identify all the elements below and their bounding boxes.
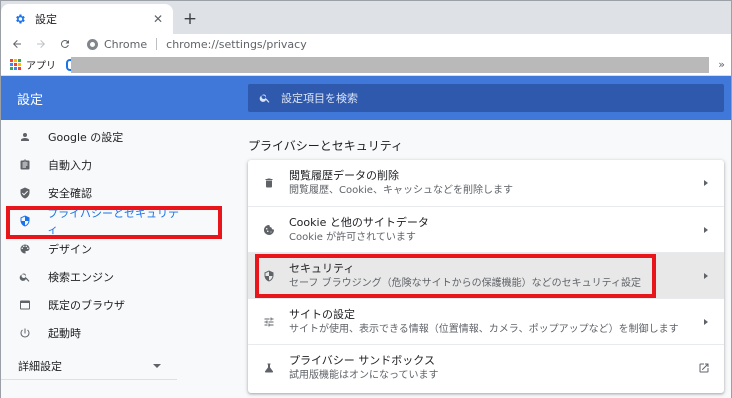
site-chip-label: Chrome bbox=[104, 37, 148, 51]
tab-settings[interactable]: 設定 ✕ bbox=[1, 4, 173, 34]
tab-strip: 設定 ✕ + bbox=[1, 1, 731, 34]
sidebar-item-label: 既定のブラウザ bbox=[48, 299, 125, 312]
url-text[interactable]: chrome://settings/privacy bbox=[166, 38, 307, 51]
sidebar-item-label: 検索エンジン bbox=[48, 271, 114, 284]
trash-icon bbox=[262, 176, 276, 190]
highlight-security-annotation bbox=[255, 254, 656, 298]
site-info-chip[interactable]: Chrome bbox=[87, 38, 147, 51]
row-subtitle: 試用版機能はオンになっています bbox=[289, 369, 439, 381]
address-bar[interactable]: Chrome chrome://settings/privacy bbox=[87, 34, 307, 54]
page-title: 設定 bbox=[17, 92, 44, 108]
row-subtitle: 閲覧履歴、Cookie、キャッシュなどを削除します bbox=[289, 185, 513, 196]
sidebar-item-label: 自動入力 bbox=[48, 159, 92, 172]
palette-icon bbox=[18, 242, 32, 256]
settings-gear-icon bbox=[13, 12, 27, 26]
flask-icon bbox=[262, 361, 276, 375]
apps-grid-icon[interactable] bbox=[10, 59, 21, 70]
toolbar: Chrome chrome://settings/privacy bbox=[1, 34, 731, 54]
apps-bookmark[interactable]: アプリ bbox=[26, 57, 56, 72]
search-icon bbox=[18, 270, 32, 284]
more-bookmarks-button[interactable]: » bbox=[718, 58, 725, 71]
external-link-icon[interactable] bbox=[698, 362, 710, 374]
close-tab-icon[interactable]: ✕ bbox=[149, 10, 167, 28]
chevron-right-icon bbox=[704, 272, 708, 279]
chrome-logo-icon bbox=[87, 38, 98, 50]
person-icon bbox=[18, 130, 32, 144]
sidebar-item-label: Google の設定 bbox=[48, 131, 124, 144]
sidebar-item-google[interactable]: Google の設定 bbox=[1, 123, 181, 151]
omnibox-divider bbox=[156, 38, 158, 50]
row-title: Cookie と他のサイトデータ bbox=[289, 215, 429, 229]
sidebar-item-default-browser[interactable]: 既定のブラウザ bbox=[1, 291, 181, 319]
clipboard-icon bbox=[18, 158, 32, 172]
reload-icon[interactable] bbox=[55, 34, 75, 54]
row-privacy-sandbox[interactable]: プライバシー サンドボックス 試用版機能はオンになっています bbox=[248, 344, 724, 390]
sidebar-item-on-startup[interactable]: 起動時 bbox=[1, 319, 181, 347]
row-cookies[interactable]: Cookie と他のサイトデータ Cookie が許可されています bbox=[248, 206, 724, 252]
sidebar-item-appearance[interactable]: デザイン bbox=[1, 235, 181, 263]
redacted-bookmarks bbox=[71, 57, 709, 73]
browser-icon bbox=[18, 298, 32, 312]
sidebar-item-label: 起動時 bbox=[48, 327, 81, 340]
bookmarks-bar: アプリ » bbox=[1, 54, 731, 76]
new-tab-button[interactable]: + bbox=[180, 9, 200, 29]
row-subtitle: Cookie が許可されています bbox=[289, 231, 416, 243]
power-icon bbox=[18, 326, 32, 340]
row-title: 閲覧履歴データの削除 bbox=[289, 169, 399, 182]
row-title: サイトの設定 bbox=[289, 307, 355, 321]
search-input[interactable] bbox=[281, 91, 724, 105]
section-title: プライバシーとセキュリティ bbox=[248, 139, 404, 153]
row-clear-browsing-data[interactable]: 閲覧履歴データの削除 閲覧履歴、Cookie、キャッシュなどを削除します bbox=[248, 160, 724, 206]
sidebar-item-label: 安全確認 bbox=[48, 187, 92, 200]
shield-check-icon bbox=[18, 186, 32, 200]
settings-content: Google の設定 自動入力 安全確認 プライバシーとセキュリティ デザイン bbox=[1, 120, 731, 398]
chevron-right-icon bbox=[704, 180, 708, 186]
search-icon bbox=[258, 91, 272, 105]
sidebar: Google の設定 自動入力 安全確認 プライバシーとセキュリティ デザイン bbox=[1, 120, 222, 398]
settings-search[interactable] bbox=[248, 84, 724, 112]
sidebar-item-safety-check[interactable]: 安全確認 bbox=[1, 179, 181, 207]
chevron-right-icon bbox=[704, 226, 708, 233]
sidebar-item-autofill[interactable]: 自動入力 bbox=[1, 151, 181, 179]
advanced-settings-toggle[interactable]: 詳細設定 bbox=[1, 352, 177, 380]
row-title: プライバシー サンドボックス bbox=[289, 353, 435, 367]
row-subtitle: サイトが使用、表示できる情報（位置情報、カメラ、ポップアップなど）を制御します bbox=[289, 323, 679, 335]
settings-header: 設定 bbox=[1, 76, 731, 120]
sidebar-item-label: デザイン bbox=[48, 243, 92, 256]
back-arrow-icon[interactable] bbox=[7, 34, 27, 54]
advanced-label: 詳細設定 bbox=[18, 359, 62, 373]
row-site-settings[interactable]: サイトの設定 サイトが使用、表示できる情報（位置情報、カメラ、ポップアップなど）… bbox=[248, 298, 724, 344]
cookie-icon bbox=[262, 223, 276, 237]
chevron-right-icon bbox=[704, 318, 708, 325]
sliders-icon bbox=[262, 315, 276, 329]
chevron-down-icon bbox=[153, 363, 161, 368]
sidebar-item-search-engine[interactable]: 検索エンジン bbox=[1, 263, 181, 291]
forward-arrow-icon[interactable] bbox=[31, 34, 51, 54]
tab-title: 設定 bbox=[35, 13, 57, 26]
